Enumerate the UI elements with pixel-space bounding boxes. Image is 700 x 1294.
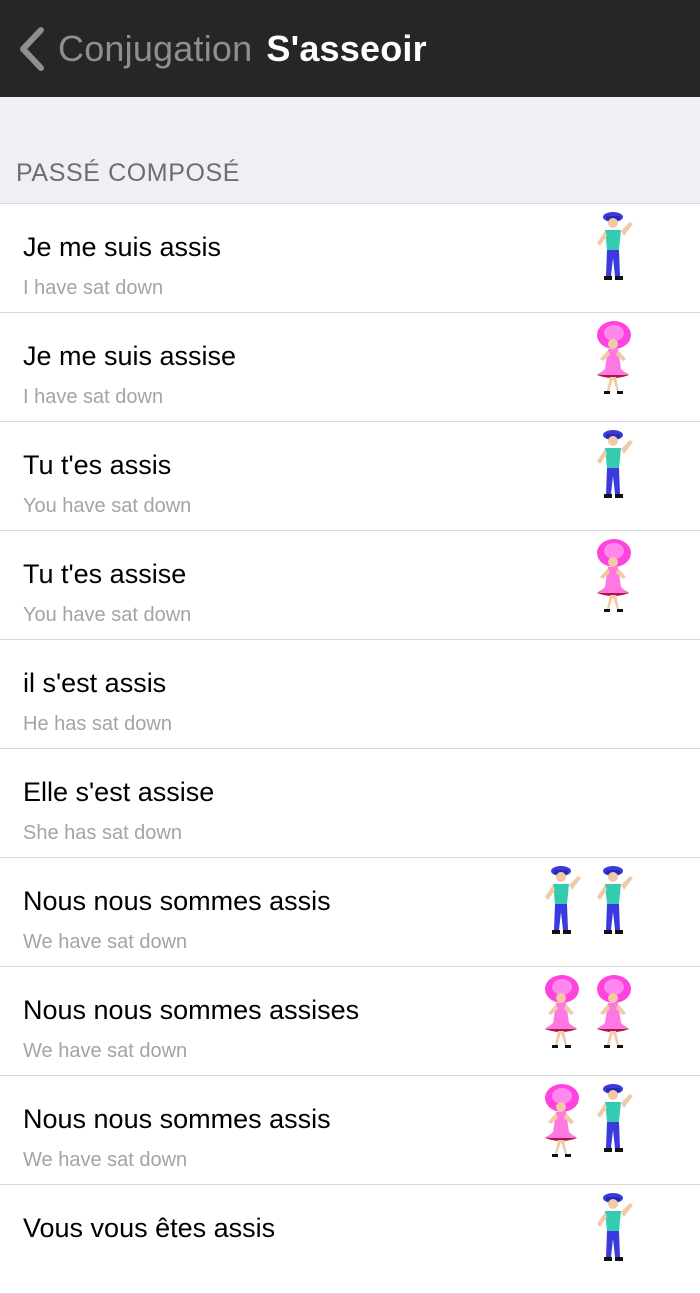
boy-figure-icon [588, 1082, 638, 1161]
pronoun-figures [588, 1191, 638, 1287]
pronoun-figures [588, 210, 638, 306]
translation-text: You have sat down [23, 604, 192, 626]
section-header: PASSÉ COMPOSÉ [0, 97, 700, 204]
translation-text: He has sat down [23, 713, 172, 735]
pronoun-figures [588, 319, 638, 415]
conjugation-text: Elle s'est assise [23, 777, 215, 807]
section-title: PASSÉ COMPOSÉ [16, 159, 241, 187]
boy-figure-icon [588, 1191, 638, 1270]
translation-text: I have sat down [23, 386, 164, 408]
boy-figure-icon [588, 428, 638, 507]
conjugation-text: Vous vous êtes assis [23, 1213, 276, 1243]
list-item[interactable]: Je me suis assise I have sat down [0, 313, 700, 422]
girl-figure-icon [588, 973, 638, 1058]
list-item[interactable]: Tu t'es assis You have sat down [0, 422, 700, 531]
list-item[interactable]: Je me suis assis I have sat down [0, 204, 700, 313]
chevron-left-icon [16, 26, 46, 72]
navigation-bar: Conjugation S'asseoir [0, 0, 700, 97]
pronoun-figures [536, 1082, 638, 1178]
girl-figure-icon [536, 973, 586, 1058]
pronoun-figures [588, 537, 638, 633]
translation-text: You have sat down [23, 495, 192, 517]
translation-text: We have sat down [23, 931, 188, 953]
translation-text: We have sat down [23, 1149, 188, 1171]
list-item[interactable]: Elle s'est assise She has sat down [0, 749, 700, 858]
list-item[interactable]: Nous nous sommes assis We have sat down [0, 858, 700, 967]
back-button-label: Conjugation [58, 27, 253, 69]
list-item[interactable]: Vous vous êtes assis [0, 1185, 700, 1294]
pronoun-figures [536, 973, 638, 1069]
back-button[interactable]: Conjugation [0, 0, 266, 97]
conjugation-text: il s'est assis [23, 668, 167, 698]
girl-figure-icon [588, 319, 638, 404]
list-item[interactable]: il s'est assis He has sat down [0, 640, 700, 749]
girl-figure-icon [536, 1082, 586, 1167]
boy-figure-icon [536, 864, 586, 943]
translation-text: We have sat down [23, 1040, 188, 1062]
pronoun-figures [536, 864, 638, 960]
boy-figure-icon [588, 864, 638, 943]
conjugation-text: Nous nous sommes assis [23, 886, 331, 916]
list-item[interactable]: Tu t'es assise You have sat down [0, 531, 700, 640]
list-item[interactable]: Nous nous sommes assises We have sat down [0, 967, 700, 1076]
girl-figure-icon [588, 537, 638, 622]
list-item[interactable]: Nous nous sommes assis We have sat down [0, 1076, 700, 1185]
conjugation-text: Tu t'es assise [23, 559, 187, 589]
conjugation-list: Je me suis assis I have sat down Je me su… [0, 204, 700, 1294]
conjugation-text: Je me suis assise [23, 341, 237, 371]
pronoun-figures [588, 428, 638, 524]
translation-text: She has sat down [23, 822, 182, 844]
translation-text: I have sat down [23, 277, 164, 299]
conjugation-text: Tu t'es assis [23, 450, 172, 480]
page-title: S'asseoir [266, 27, 427, 69]
conjugation-text: Je me suis assis [23, 232, 222, 262]
conjugation-text: Nous nous sommes assis [23, 1104, 331, 1134]
conjugation-text: Nous nous sommes assises [23, 995, 360, 1025]
boy-figure-icon [588, 210, 638, 289]
